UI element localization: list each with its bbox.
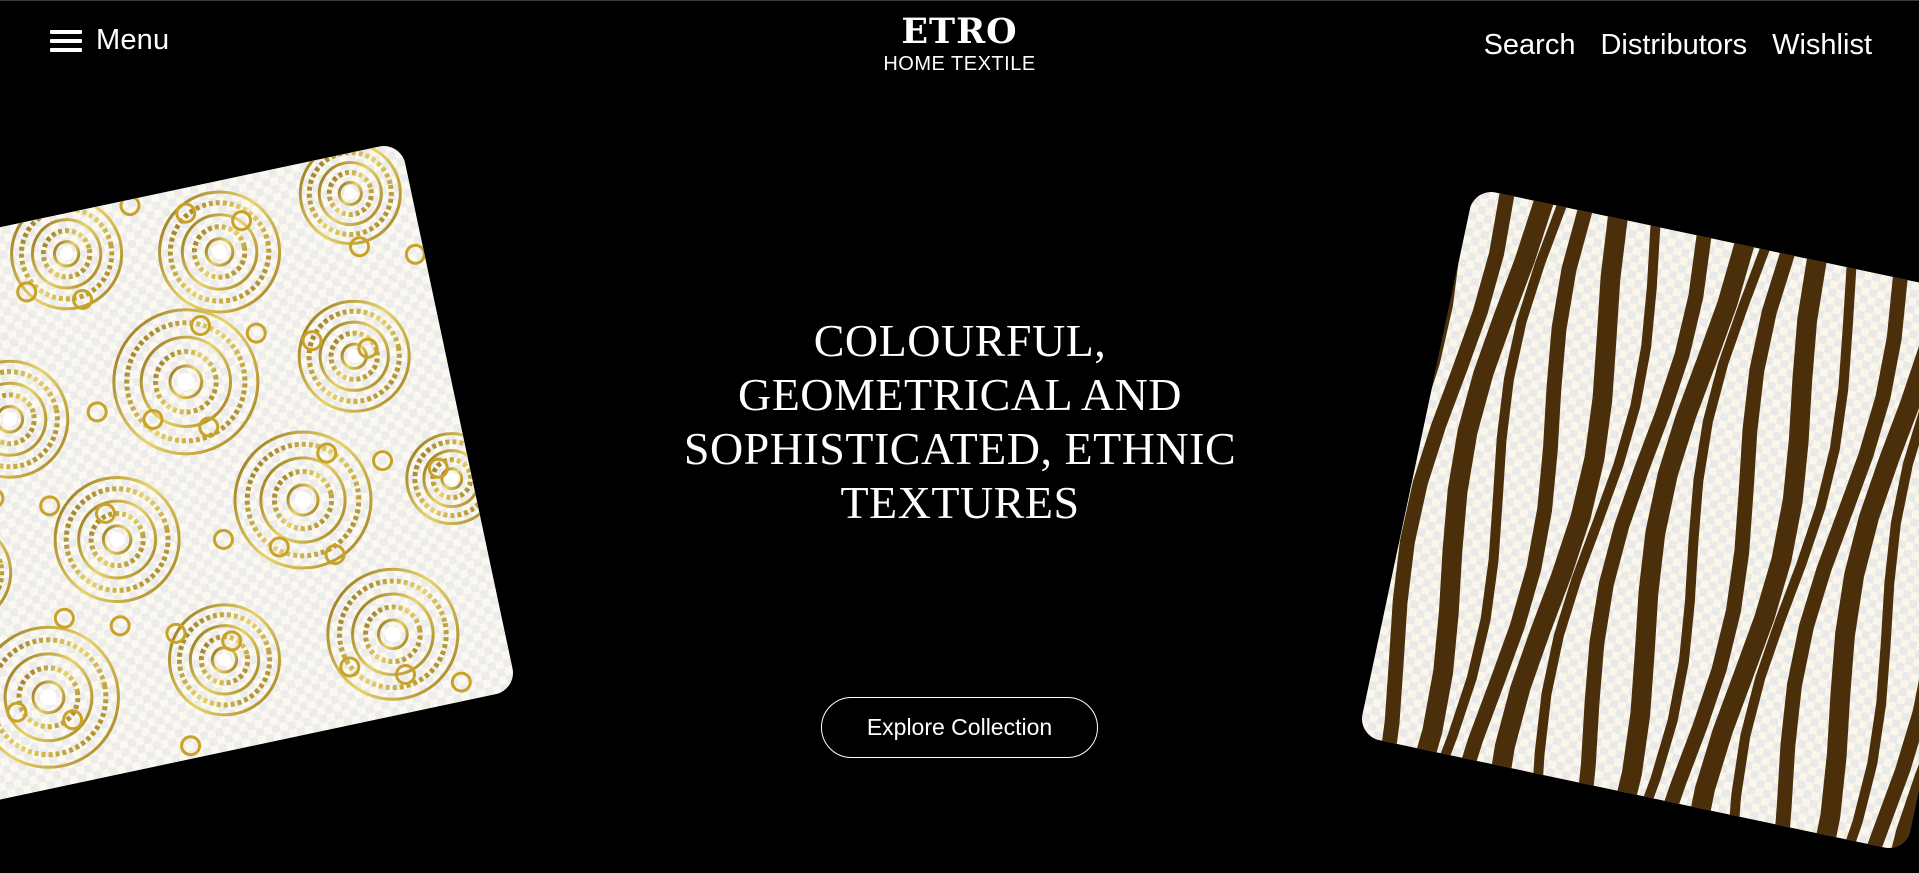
mandala-motif xyxy=(112,308,260,456)
nav-distributors-link[interactable]: Distributors xyxy=(1600,26,1747,64)
top-nav: Search Distributors Wishlist xyxy=(1484,26,1872,64)
mandala-motif xyxy=(158,190,282,314)
mandala-dot xyxy=(86,401,108,423)
mandala-motif xyxy=(233,430,373,570)
mandala-motif xyxy=(405,432,499,526)
mandala-dot xyxy=(450,671,472,693)
explore-collection-button[interactable]: Explore Collection xyxy=(821,697,1098,758)
mandala-motif xyxy=(168,603,282,717)
menu-label: Menu xyxy=(96,24,170,56)
hero-title-line: GEOMETRICAL AND xyxy=(737,369,1183,420)
mandala-motif xyxy=(53,476,181,604)
mandala-dot xyxy=(245,322,267,344)
mandala-dot xyxy=(180,735,202,757)
mandala-dot xyxy=(372,450,394,472)
mandala-motif xyxy=(297,299,411,413)
mandala-dot xyxy=(6,701,28,723)
hamburger-icon xyxy=(50,27,82,55)
mandala-dot xyxy=(109,615,131,637)
mandala-dot xyxy=(119,195,141,217)
mandala-motif xyxy=(0,521,13,625)
mandala-motif xyxy=(0,625,120,769)
gold-mandala-pattern-image[interactable] xyxy=(0,141,518,807)
site-header: Menu ETRO HOME TEXTILE Search Distributo… xyxy=(0,0,1919,90)
hero-title: COLOURFUL, GEOMETRICAL AND SOPHISTICATED… xyxy=(660,314,1260,530)
hero-title-line: COLOURFUL, xyxy=(813,315,1107,366)
mandala-motif xyxy=(298,142,402,246)
mandala-dot xyxy=(39,495,61,517)
nav-search-link[interactable]: Search xyxy=(1484,26,1576,64)
mandala-dot xyxy=(53,607,75,629)
mandala-dot xyxy=(0,487,5,509)
hero-title-line: SOPHISTICATED, ETHNIC xyxy=(683,423,1237,474)
zebra-pattern-graphic xyxy=(1357,187,1919,853)
mandala-motif xyxy=(0,359,70,479)
menu-button[interactable]: Menu xyxy=(50,26,169,55)
mandala-pattern-graphic xyxy=(0,142,499,769)
page: Menu ETRO HOME TEXTILE Search Distributo… xyxy=(0,0,1919,873)
mandala-motif xyxy=(326,567,460,701)
zebra-stripe-pattern-image[interactable] xyxy=(1357,187,1919,853)
brand-name[interactable]: ETRO xyxy=(901,10,1017,54)
mandala-dot xyxy=(212,528,234,550)
mandala-dot xyxy=(404,243,426,265)
nav-wishlist-link[interactable]: Wishlist xyxy=(1772,26,1872,64)
hero-title-line: TEXTURES xyxy=(840,477,1080,528)
